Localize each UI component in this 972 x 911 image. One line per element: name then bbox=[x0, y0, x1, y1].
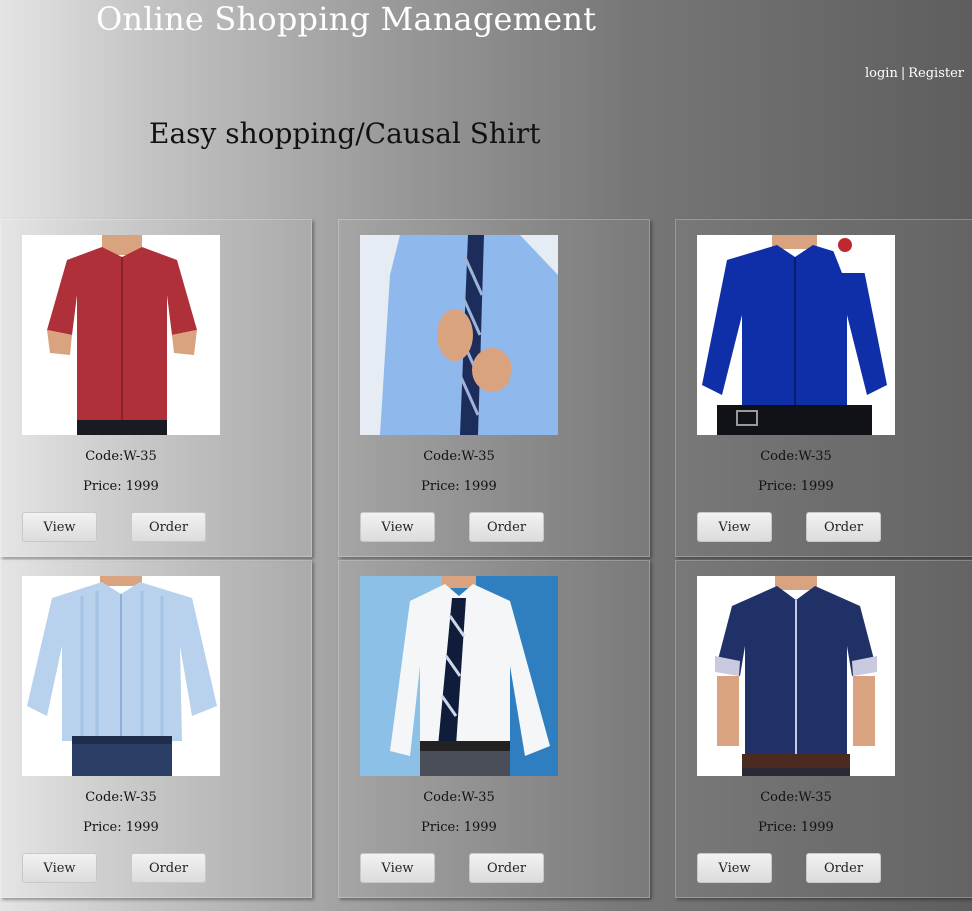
product-card: Code:W-35 Price: 1999 View Order bbox=[675, 560, 972, 898]
product-code: Code:W-35 bbox=[423, 790, 495, 805]
product-price: Price: 1999 bbox=[83, 820, 159, 835]
order-button[interactable]: Order bbox=[469, 512, 544, 542]
order-button[interactable]: Order bbox=[131, 853, 206, 883]
view-button[interactable]: View bbox=[697, 512, 772, 542]
product-price: Price: 1999 bbox=[421, 479, 497, 494]
product-card: Code:W-35 Price: 1999 View Order bbox=[338, 219, 650, 557]
product-image-light-blue-shirt[interactable] bbox=[360, 235, 558, 435]
auth-links: login | Register bbox=[865, 66, 964, 81]
product-price: Price: 1999 bbox=[421, 820, 497, 835]
view-button[interactable]: View bbox=[22, 853, 97, 883]
login-link[interactable]: login bbox=[865, 66, 898, 81]
product-card: Code:W-35 Price: 1999 View Order bbox=[0, 219, 312, 557]
product-image-royal-blue-shirt[interactable] bbox=[697, 235, 895, 435]
view-button[interactable]: View bbox=[697, 853, 772, 883]
product-code: Code:W-35 bbox=[85, 790, 157, 805]
product-code: Code:W-35 bbox=[85, 449, 157, 464]
order-button[interactable]: Order bbox=[806, 512, 881, 542]
product-card: Code:W-35 Price: 1999 View Order bbox=[0, 560, 312, 898]
view-button[interactable]: View bbox=[360, 512, 435, 542]
product-image-striped-shirt[interactable] bbox=[22, 576, 220, 776]
product-image-navy-shirt[interactable] bbox=[697, 576, 895, 776]
order-button[interactable]: Order bbox=[131, 512, 206, 542]
product-image-white-shirt[interactable] bbox=[360, 576, 558, 776]
product-code: Code:W-35 bbox=[423, 449, 495, 464]
page-heading: Easy shopping/Causal Shirt bbox=[149, 117, 541, 150]
register-link[interactable]: Register bbox=[908, 66, 964, 81]
product-card: Code:W-35 Price: 1999 View Order bbox=[675, 219, 972, 557]
product-code: Code:W-35 bbox=[760, 449, 832, 464]
product-price: Price: 1999 bbox=[758, 479, 834, 494]
view-button[interactable]: View bbox=[360, 853, 435, 883]
product-code: Code:W-35 bbox=[760, 790, 832, 805]
product-price: Price: 1999 bbox=[83, 479, 159, 494]
order-button[interactable]: Order bbox=[806, 853, 881, 883]
auth-separator: | bbox=[900, 66, 906, 81]
view-button[interactable]: View bbox=[22, 512, 97, 542]
product-card: Code:W-35 Price: 1999 View Order bbox=[338, 560, 650, 898]
order-button[interactable]: Order bbox=[469, 853, 544, 883]
product-image-red-shirt[interactable] bbox=[22, 235, 220, 435]
product-price: Price: 1999 bbox=[758, 820, 834, 835]
site-title: Online Shopping Management bbox=[96, 0, 597, 38]
